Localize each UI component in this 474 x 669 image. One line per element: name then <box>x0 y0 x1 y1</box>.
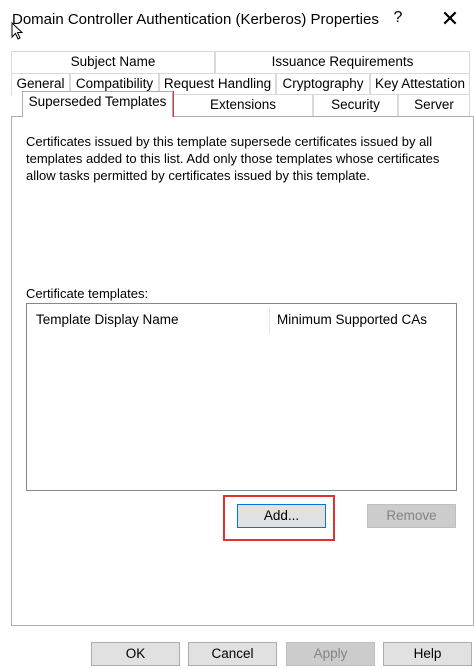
tab-server[interactable]: Server <box>398 94 470 116</box>
column-header-minimum-supported-cas[interactable]: Minimum Supported CAs <box>277 310 427 332</box>
certificate-templates-list[interactable]: Template Display Name Minimum Supported … <box>26 303 457 491</box>
title-bar: Domain Controller Authentication (Kerber… <box>0 0 474 40</box>
tab-subject-name[interactable]: Subject Name <box>11 51 215 73</box>
mouse-cursor-icon <box>11 22 23 40</box>
window-title: Domain Controller Authentication (Kerber… <box>12 11 379 28</box>
column-header-template-display-name[interactable]: Template Display Name <box>36 310 179 332</box>
column-separator[interactable] <box>269 308 270 334</box>
add-button[interactable]: Add... <box>237 504 326 528</box>
apply-button[interactable]: Apply <box>286 642 375 666</box>
remove-button[interactable]: Remove <box>367 504 456 528</box>
ok-button[interactable]: OK <box>91 642 180 666</box>
description-text: Certificates issued by this template sup… <box>26 134 440 183</box>
cancel-button[interactable]: Cancel <box>188 642 277 666</box>
tab-security[interactable]: Security <box>313 94 398 116</box>
tab-request-handling[interactable]: Request Handling <box>159 73 276 95</box>
tab-cryptography[interactable]: Cryptography <box>276 73 370 95</box>
certificate-templates-label: Certificate templates: <box>26 286 149 301</box>
tab-key-attestation[interactable]: Key Attestation <box>370 73 470 95</box>
close-icon[interactable]: ✕ <box>430 2 470 38</box>
help-button[interactable]: Help <box>383 642 472 666</box>
tab-extensions[interactable]: Extensions <box>173 94 313 116</box>
tab-issuance-requirements[interactable]: Issuance Requirements <box>215 51 470 73</box>
tab-superseded-templates[interactable]: Superseded Templates <box>22 91 173 117</box>
help-icon[interactable]: ? <box>388 9 408 27</box>
